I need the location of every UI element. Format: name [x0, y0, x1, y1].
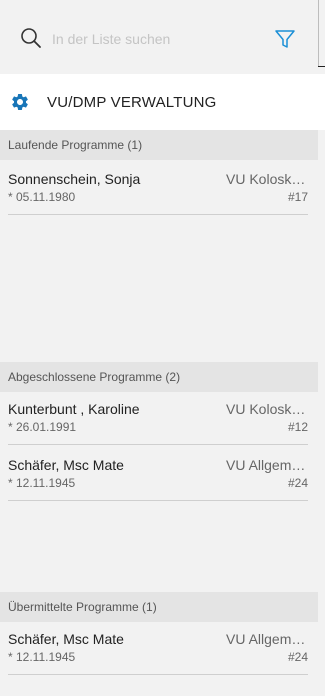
gear-icon	[12, 94, 28, 110]
panel-edge-tick	[318, 66, 325, 67]
birth-date: * 26.01.1991	[8, 420, 77, 434]
divider	[8, 214, 308, 215]
page-title: VU/DMP VERWALTUNG	[47, 94, 217, 111]
program-name: VU Koloskopie	[226, 401, 308, 417]
list-item[interactable]: Schäfer, Msc Mate VU Allgemein * 12.11.1…	[8, 448, 308, 501]
list-item[interactable]: Sonnenschein, Sonja VU Koloskopie * 05.1…	[8, 162, 308, 215]
list-item[interactable]: Schäfer, Msc Mate VU Allgemein * 12.11.1…	[8, 622, 308, 675]
filter-icon[interactable]	[274, 28, 296, 50]
list-item[interactable]: Kunterbunt , Karoline VU Koloskopie * 26…	[8, 392, 308, 445]
patient-name: Schäfer, Msc Mate	[8, 631, 124, 647]
page-header: VU/DMP VERWALTUNG	[0, 74, 325, 130]
birth-date: * 12.11.1945	[8, 650, 76, 664]
record-number: #24	[287, 476, 308, 490]
record-number: #24	[287, 650, 308, 664]
section-transmitted: Schäfer, Msc Mate VU Allgemein * 12.11.1…	[0, 622, 318, 696]
section-completed: Kunterbunt , Karoline VU Koloskopie * 26…	[0, 392, 318, 592]
record-number: #12	[287, 420, 308, 434]
panel-edge	[318, 0, 319, 66]
patient-name: Schäfer, Msc Mate	[8, 457, 124, 473]
birth-date: * 05.11.1980	[8, 190, 76, 204]
section-header-running[interactable]: Laufende Programme (1)	[0, 130, 318, 160]
divider	[8, 674, 308, 675]
program-name: VU Allgemein	[226, 457, 308, 473]
patient-name: Kunterbunt , Karoline	[8, 401, 140, 417]
patient-name: Sonnenschein, Sonja	[8, 171, 141, 187]
record-number: #17	[287, 190, 308, 204]
section-header-transmitted[interactable]: Übermittelte Programme (1)	[0, 592, 318, 622]
section-running: Sonnenschein, Sonja VU Koloskopie * 05.1…	[0, 160, 318, 360]
divider	[8, 500, 308, 501]
section-header-completed[interactable]: Abgeschlossene Programme (2)	[0, 362, 318, 392]
search-input[interactable]	[52, 29, 252, 49]
divider	[8, 444, 308, 445]
birth-date: * 12.11.1945	[8, 476, 76, 490]
search-bar	[0, 0, 318, 74]
program-name: VU Koloskopie	[226, 171, 308, 187]
search-icon[interactable]	[20, 27, 42, 49]
program-name: VU Allgemein	[226, 631, 308, 647]
